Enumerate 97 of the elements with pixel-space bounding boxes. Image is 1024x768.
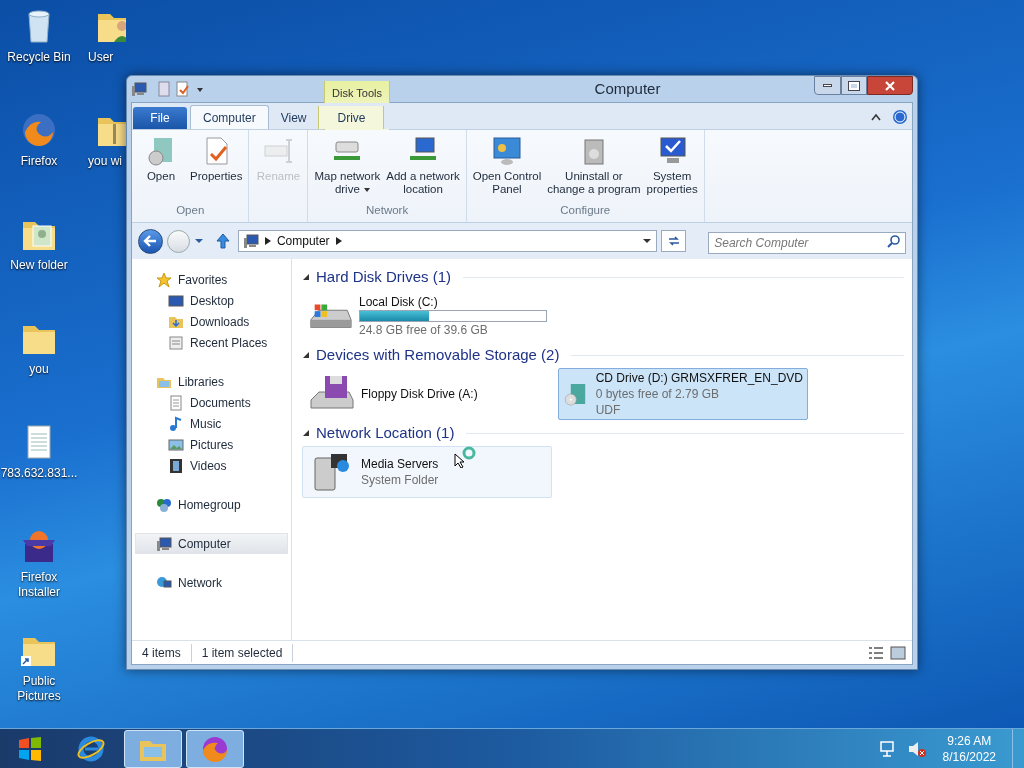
desktop-icon-label[interactable]: Firefox Installer — [0, 570, 78, 600]
drive-tile[interactable]: Media Servers System Folder — [302, 446, 552, 498]
desktop-icon — [168, 292, 184, 309]
star-icon — [156, 271, 172, 288]
drive-tile[interactable]: CD Drive (D:) GRMSXFRER_EN_DVD 0 bytes free of 2.79 GB UDF — [558, 368, 808, 420]
taskbar-explorer-button[interactable] — [124, 729, 182, 768]
refresh-button[interactable] — [661, 230, 687, 252]
network-tray-icon[interactable] — [878, 739, 897, 758]
chevron-right-icon[interactable] — [264, 237, 271, 245]
details-view-icon[interactable] — [868, 645, 884, 660]
homegroup-icon — [156, 496, 172, 513]
group-heading[interactable]: Network Location (1) — [316, 421, 455, 445]
drive-name: CD Drive (D:) GRMSXFRER_EN_DVD — [595, 370, 803, 386]
documents-icon — [168, 394, 184, 411]
ribbon-button[interactable]: System properties — [643, 134, 701, 202]
search-field[interactable]: Search Computer — [708, 232, 906, 254]
nav-pane-item[interactable]: Network — [135, 572, 288, 593]
close-button[interactable] — [867, 76, 913, 95]
film-strip-icon — [168, 457, 184, 474]
maximize-button[interactable] — [841, 76, 867, 95]
up-arrow-icon[interactable] — [213, 232, 232, 250]
desktop-icon-label[interactable]: New folder — [10, 258, 68, 273]
help-icon[interactable] — [892, 109, 908, 125]
ribbon-button[interactable]: Open Control Panel — [469, 134, 545, 202]
nav-pane-item[interactable]: Music — [135, 413, 288, 434]
desktop-icon-label[interactable]: Public Pictures — [0, 674, 78, 704]
status-text: 1 item selected — [191, 643, 294, 662]
file-tab[interactable]: File — [133, 107, 187, 129]
group-heading[interactable]: Devices with Removable Storage (2) — [316, 343, 560, 367]
computer-icon — [242, 233, 259, 249]
maximize-icon — [849, 81, 859, 90]
ribbon-button[interactable]: Add a network location — [383, 134, 463, 202]
nav-pane-item[interactable]: Homegroup — [135, 494, 288, 515]
minimize-icon — [823, 84, 832, 87]
minimize-ribbon-icon[interactable] — [870, 112, 882, 122]
ribbon-tab[interactable]: Computer — [190, 105, 269, 129]
nav-pane-item[interactable]: Downloads — [135, 311, 288, 332]
drive-tile[interactable]: Local Disk (C:) 24.8 GB free of 39.6 GB — [302, 290, 552, 342]
ribbon-group-label: Configure — [559, 202, 612, 218]
drive-details: UDF — [595, 402, 622, 418]
back-arrow-icon — [143, 235, 158, 247]
taskbar-firefox-button[interactable] — [186, 729, 244, 768]
chevron-right-icon[interactable] — [335, 237, 342, 245]
collapse-arrow-icon[interactable] — [302, 429, 310, 437]
pictures-icon — [168, 436, 184, 453]
drive-name: Media Servers — [361, 456, 439, 472]
drive-tile[interactable]: Floppy Disk Drive (A:) — [302, 368, 552, 420]
close-icon — [884, 80, 896, 91]
breadcrumb[interactable]: Computer — [276, 232, 330, 250]
status-text: 4 items — [132, 643, 192, 662]
desktop-icon-label[interactable]: you — [29, 362, 49, 377]
collapse-arrow-icon[interactable] — [302, 273, 310, 281]
nav-pane-item[interactable]: Computer — [135, 533, 288, 554]
nav-pane-item[interactable]: Desktop — [135, 290, 288, 311]
search-icon[interactable] — [887, 235, 900, 248]
desktop-icon-label[interactable]: you wi — [88, 154, 122, 169]
nav-pane-item[interactable]: Favorites — [135, 269, 288, 290]
desktop-icon-label[interactable]: 783.632.831... — [0, 466, 78, 481]
ribbon-button[interactable]: Map network drive — [311, 134, 384, 202]
nav-pane-item[interactable]: Recent Places — [135, 332, 288, 353]
ribbon-button[interactable]: Properties — [187, 134, 246, 202]
network-globe-icon — [156, 574, 172, 591]
ribbon-group-label: Network — [365, 202, 410, 218]
ribbon-tab[interactable]: View — [268, 106, 319, 129]
drive-details: 24.8 GB free of 39.6 GB — [359, 322, 489, 338]
drive-details: System Folder — [361, 472, 439, 488]
nav-pane-item[interactable]: Videos — [135, 455, 288, 476]
large-icons-view-icon[interactable] — [890, 645, 906, 660]
back-button[interactable] — [138, 228, 163, 254]
music-note-icon — [168, 415, 184, 432]
desktop-icon-label[interactable]: User — [88, 50, 114, 65]
recent-places-icon — [168, 334, 184, 351]
recent-pages-caret-icon[interactable] — [193, 237, 204, 245]
desktop-icon-label[interactable]: Recycle Bin — [7, 50, 71, 65]
ribbon-button[interactable]: Open — [135, 134, 187, 202]
muted-speaker-icon[interactable] — [906, 739, 927, 758]
nav-pane-item[interactable]: Documents — [135, 392, 288, 413]
computer-icon — [131, 81, 147, 97]
group-heading[interactable]: Hard Disk Drives (1) — [316, 265, 451, 289]
windows-logo-icon — [16, 734, 44, 763]
nav-pane-item[interactable]: Libraries — [135, 371, 288, 392]
ribbon-tab[interactable]: Drive — [318, 106, 385, 129]
nav-pane-item[interactable]: Pictures — [135, 434, 288, 455]
control-panel-icon — [490, 134, 524, 166]
computer-icon — [156, 535, 172, 552]
dropdown-caret-icon[interactable] — [642, 237, 653, 245]
ribbon-group-label: Open — [175, 202, 206, 218]
window-title: Computer — [594, 78, 661, 99]
desktop-icon-label[interactable]: Firefox — [20, 154, 58, 169]
drive-details: 0 bytes free of 2.79 GB — [595, 386, 721, 402]
ribbon-button[interactable]: Uninstall or change a program — [544, 134, 644, 202]
address-bar[interactable]: Computer — [237, 230, 658, 252]
refresh-icon — [666, 235, 681, 247]
collapse-arrow-icon[interactable] — [302, 351, 310, 359]
drive-name: Local Disk (C:) — [359, 294, 439, 310]
drive-name: Floppy Disk Drive (A:) — [361, 386, 478, 402]
minimize-button[interactable] — [814, 76, 841, 95]
